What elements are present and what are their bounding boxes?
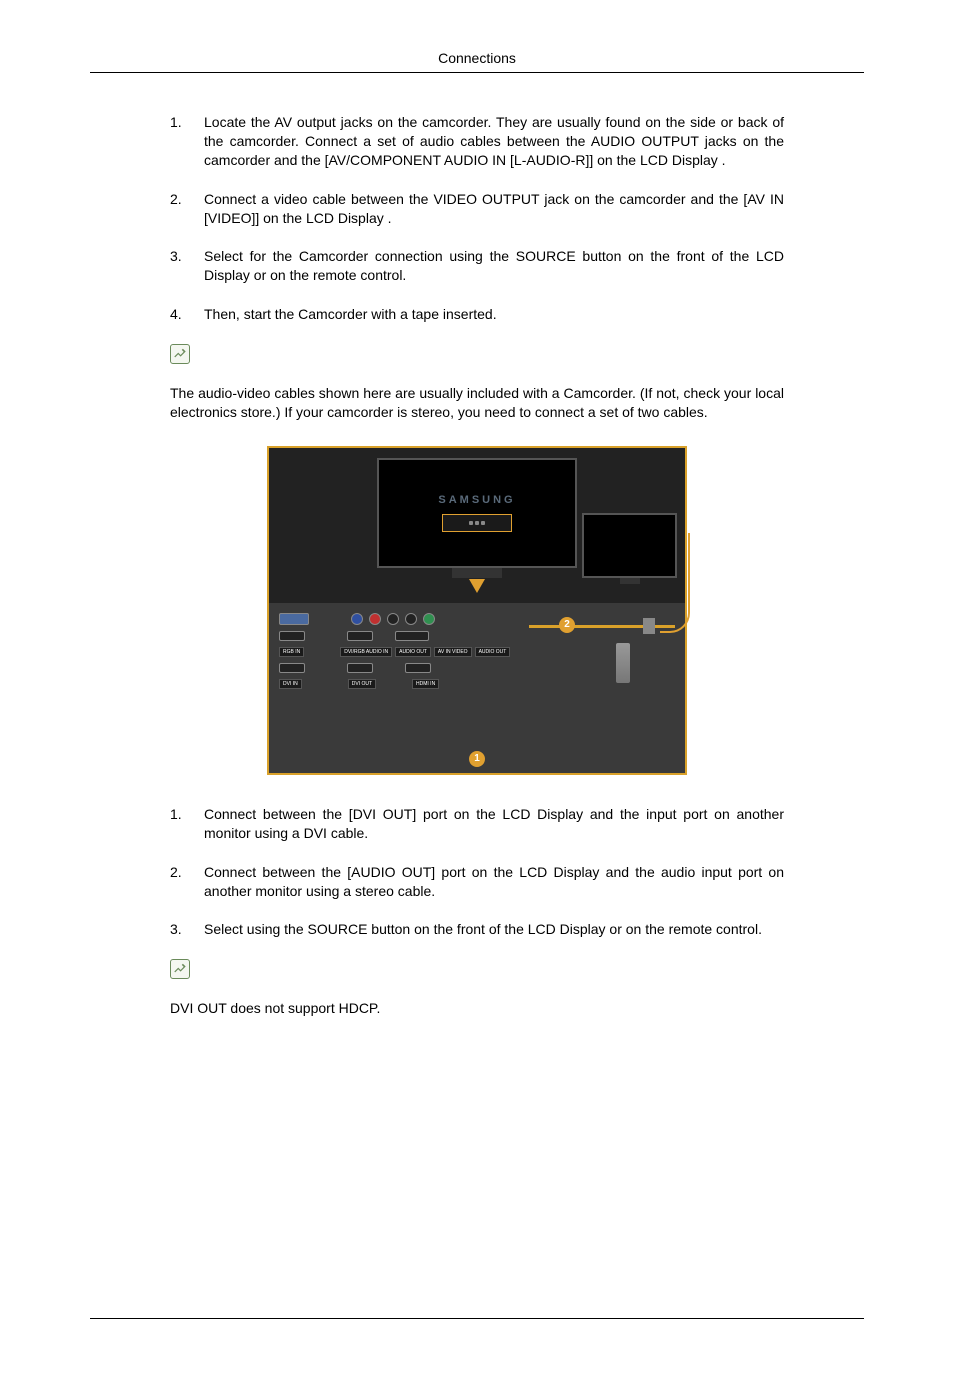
- item-text: Connect between the [DVI OUT] port on th…: [204, 805, 784, 843]
- list-item: 4. Then, start the Camcorder with a tape…: [170, 305, 784, 324]
- item-number: 4.: [170, 305, 204, 324]
- rect-port-icon: [395, 631, 429, 641]
- item-number: 3.: [170, 247, 204, 285]
- cable-curve-icon: [660, 533, 690, 633]
- note-icon: [170, 344, 190, 364]
- port-label: AUDIO OUT: [475, 647, 511, 657]
- section1-list: 1. Locate the AV output jacks on the cam…: [170, 113, 784, 324]
- rect-port-icon: [405, 663, 431, 673]
- rect-port-icon: [279, 631, 305, 641]
- connection-figure: SAMSUNG: [170, 446, 784, 775]
- port-label: DVI/RGB AUDIO IN: [340, 647, 392, 657]
- jack-icon: [405, 613, 417, 625]
- footer-rule: [90, 1318, 864, 1319]
- section2-list: 1. Connect between the [DVI OUT] port on…: [170, 805, 784, 939]
- item-text: Connect a video cable between the VIDEO …: [204, 190, 784, 228]
- monitor-front-icon: SAMSUNG: [377, 458, 577, 568]
- highlighted-ports-icon: [442, 514, 512, 532]
- section2-note: DVI OUT does not support HDCP.: [170, 999, 784, 1018]
- port-label: AV IN VIDEO: [434, 647, 472, 657]
- list-item: 1. Locate the AV output jacks on the cam…: [170, 113, 784, 170]
- callout-badge-2: 2: [559, 617, 575, 633]
- item-text: Connect between the [AUDIO OUT] port on …: [204, 863, 784, 901]
- arrow-down-icon: [469, 579, 485, 593]
- item-number: 1.: [170, 805, 204, 843]
- list-item: 2. Connect between the [AUDIO OUT] port …: [170, 863, 784, 901]
- rect-port-icon: [347, 631, 373, 641]
- item-text: Select using the SOURCE button on the fr…: [204, 920, 784, 939]
- figure-box: SAMSUNG: [267, 446, 687, 775]
- list-item: 3. Select using the SOURCE button on the…: [170, 920, 784, 939]
- jack-icon: [423, 613, 435, 625]
- jack-icon: [387, 613, 399, 625]
- item-text: Then, start the Camcorder with a tape in…: [204, 305, 784, 324]
- page-header: Connections: [90, 50, 864, 73]
- list-item: 3. Select for the Camcorder connection u…: [170, 247, 784, 285]
- jack-icon: [351, 613, 363, 625]
- port-label: HDMI IN: [412, 679, 439, 689]
- list-item: 2. Connect a video cable between the VID…: [170, 190, 784, 228]
- port-label: DVI OUT: [348, 679, 376, 689]
- ports-panel: RGB IN DVI/RGB AUDIO IN AUDIO OUT AV IN …: [279, 613, 529, 689]
- item-number: 2.: [170, 863, 204, 901]
- section1-note: The audio-video cables shown here are us…: [170, 384, 784, 422]
- vga-port-icon: [279, 613, 309, 625]
- note-icon: [170, 959, 190, 979]
- rect-port-icon: [279, 663, 305, 673]
- content-area: 1. Locate the AV output jacks on the cam…: [90, 113, 864, 1018]
- figure-bottom-panel: RGB IN DVI/RGB AUDIO IN AUDIO OUT AV IN …: [269, 603, 685, 773]
- item-text: Locate the AV output jacks on the camcor…: [204, 113, 784, 170]
- port-label: RGB IN: [279, 647, 304, 657]
- item-text: Select for the Camcorder connection usin…: [204, 247, 784, 285]
- rect-port-icon: [347, 663, 373, 673]
- list-item: 1. Connect between the [DVI OUT] port on…: [170, 805, 784, 843]
- callout-badge-1: 1: [469, 751, 485, 767]
- port-label: AUDIO OUT: [395, 647, 431, 657]
- port-label: DVI IN: [279, 679, 302, 689]
- jack-icon: [369, 613, 381, 625]
- item-number: 3.: [170, 920, 204, 939]
- down-connector-icon: [616, 643, 630, 683]
- item-number: 2.: [170, 190, 204, 228]
- item-number: 1.: [170, 113, 204, 170]
- brand-label: SAMSUNG: [438, 494, 515, 506]
- cable-connector-icon: [643, 618, 655, 634]
